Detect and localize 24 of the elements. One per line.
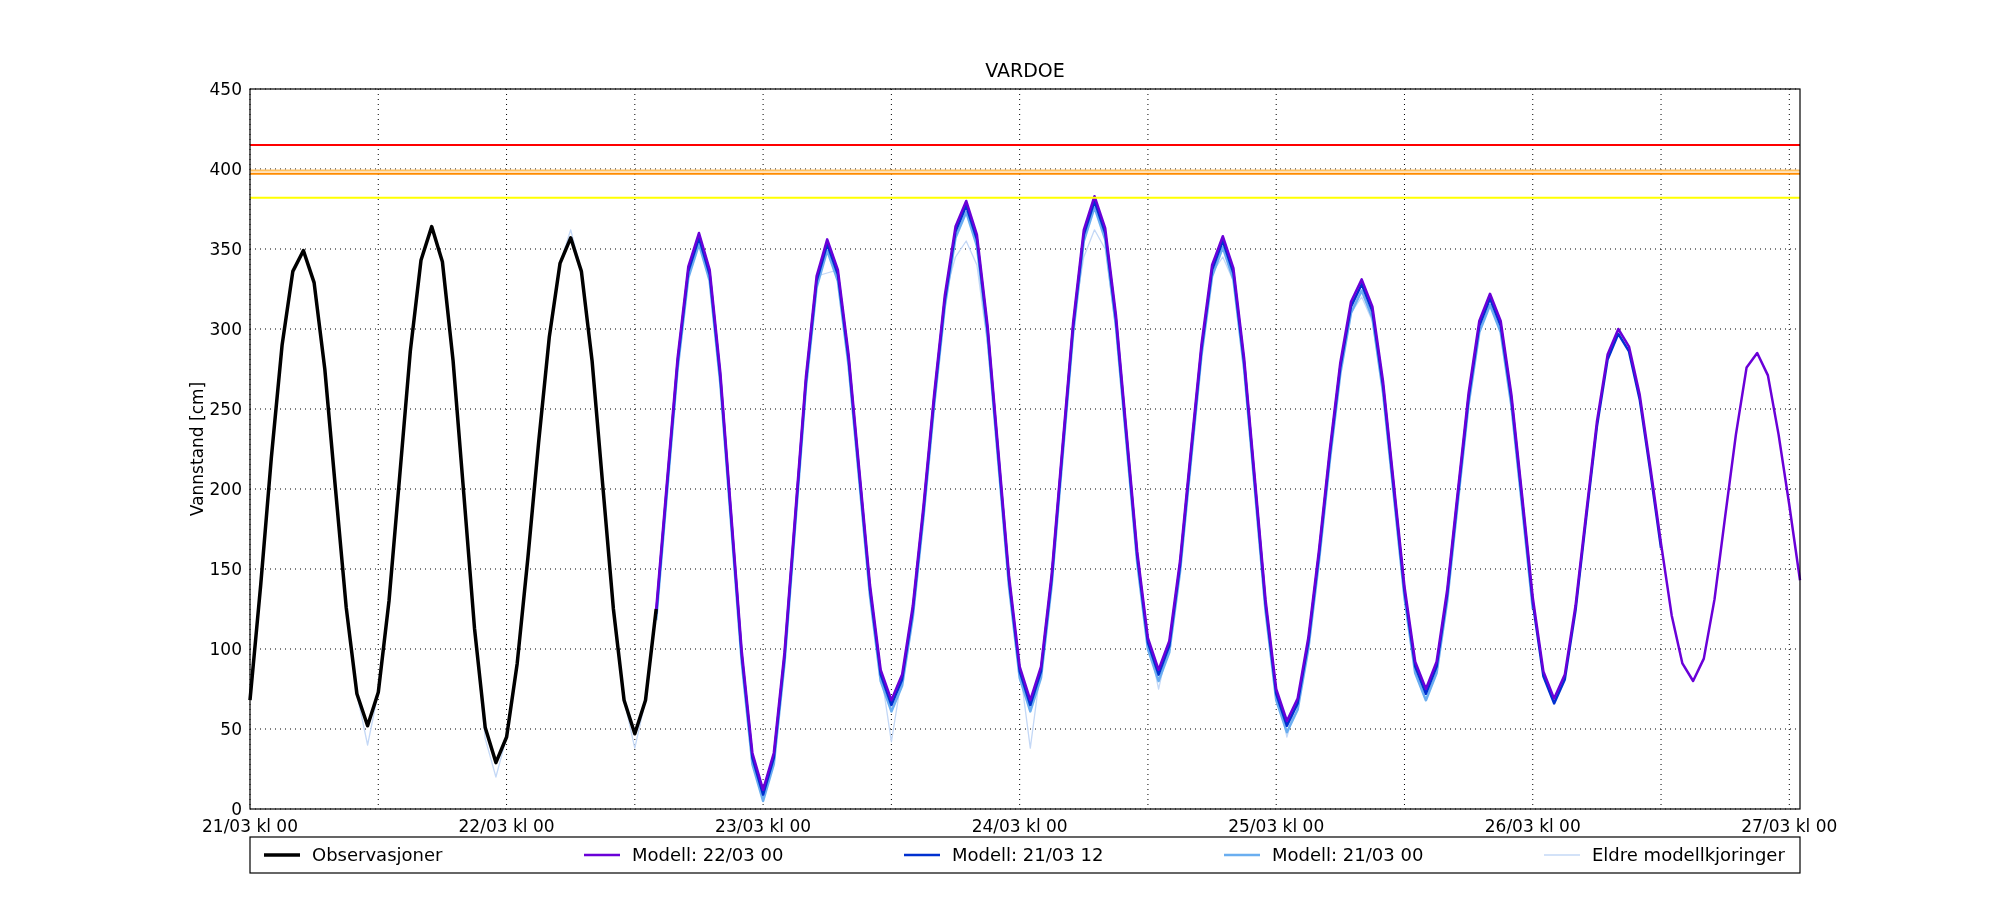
- axis-label: Vannstand [cm]: [187, 381, 207, 517]
- tick-label: 21/03 kl 00: [202, 816, 298, 836]
- tick-label: 200: [209, 479, 242, 499]
- legend-label: Modell: 22/03 00: [632, 844, 784, 865]
- tick-label: 350: [209, 239, 242, 259]
- tick-label: 50: [220, 719, 242, 739]
- tick-label: 100: [209, 639, 242, 659]
- legend-label: Modell: 21/03 12: [952, 844, 1104, 865]
- tick-label: 22/03 kl 00: [458, 816, 555, 836]
- tick-label: 400: [209, 159, 242, 179]
- legend-label: Observasjoner: [312, 844, 443, 865]
- tick-label: 450: [209, 79, 242, 99]
- tick-label: 24/03 kl 00: [971, 816, 1068, 836]
- tick-label: 300: [209, 319, 242, 339]
- tick-label: 0: [231, 799, 242, 819]
- legend-label: Eldre modellkjoringer: [1592, 844, 1785, 865]
- tick-label: 25/03 kl 00: [1228, 816, 1325, 836]
- chart-title: VARDOE: [985, 59, 1065, 81]
- tick-label: 27/03 kl 00: [1741, 816, 1838, 836]
- tick-label: 26/03 kl 00: [1484, 816, 1581, 836]
- legend-label: Modell: 21/03 00: [1272, 844, 1424, 865]
- tick-label: 23/03 kl 00: [715, 816, 812, 836]
- tick-label: 250: [209, 399, 242, 419]
- tick-label: 150: [209, 559, 242, 579]
